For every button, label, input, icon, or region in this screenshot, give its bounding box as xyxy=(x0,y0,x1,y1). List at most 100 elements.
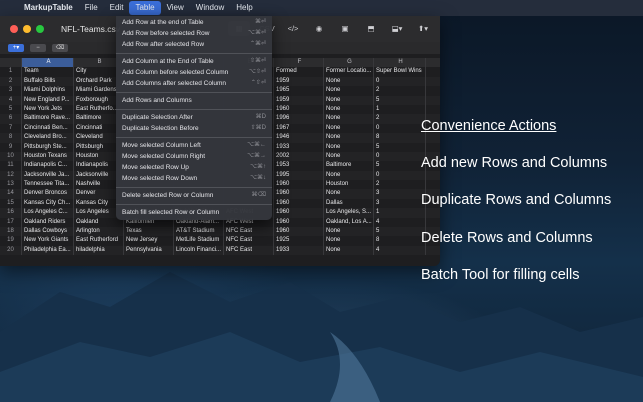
table-cell[interactable]: 1960 xyxy=(274,198,324,209)
table-cell[interactable]: 2 xyxy=(374,180,426,190)
table-cell[interactable]: Lincoln Financi... xyxy=(174,245,224,256)
upload-icon[interactable]: ⬆▾ xyxy=(414,21,432,36)
table-cell[interactable]: None xyxy=(324,76,374,87)
table-cell[interactable]: 1960 xyxy=(274,227,324,237)
row-number[interactable]: 12 xyxy=(0,170,22,181)
row-number[interactable]: 3 xyxy=(0,86,22,96)
menu-item[interactable]: Add Row before selected Row ⌥⌘⏎ xyxy=(116,28,272,39)
menu-table[interactable]: Table xyxy=(129,1,161,15)
menu-help[interactable]: Help xyxy=(230,0,258,16)
table-cell[interactable]: NFC East xyxy=(224,236,274,246)
row-number[interactable]: 13 xyxy=(0,180,22,190)
zoom-button[interactable] xyxy=(36,25,44,33)
table-cell[interactable]: None xyxy=(324,170,374,181)
table-cell[interactable]: hiladelphia xyxy=(74,245,124,256)
row-number[interactable]: 1 xyxy=(0,67,22,77)
minimize-button[interactable] xyxy=(23,25,31,33)
menu-item[interactable]: Add Column before selected Column ⌥⇧⏎ xyxy=(116,67,272,78)
table-cell[interactable]: 1953 xyxy=(274,161,324,171)
table-cell[interactable]: Indianapolis C... xyxy=(22,161,74,171)
table-cell[interactable]: None xyxy=(324,151,374,162)
table-cell[interactable]: 0 xyxy=(374,123,426,134)
menu-view[interactable]: View xyxy=(161,0,190,16)
row-number[interactable]: 10 xyxy=(0,151,22,162)
close-button[interactable] xyxy=(10,25,18,33)
table-cell[interactable]: Dallas Cowboys xyxy=(22,227,74,237)
row-number[interactable]: 16 xyxy=(0,208,22,218)
menu-item[interactable]: Move selected Column Left ⌥⌘← xyxy=(116,140,272,151)
menu-item[interactable]: Add Column at the End of Table ⇧⌘⏎ xyxy=(116,56,272,67)
table-cell[interactable]: None xyxy=(324,142,374,152)
table-cell[interactable]: None xyxy=(324,189,374,199)
table-cell[interactable]: 8 xyxy=(374,236,426,246)
menu-item[interactable]: Add Row after selected Row ⌃⌘⏎ xyxy=(116,39,272,50)
table-cell[interactable]: 1 xyxy=(374,104,426,115)
table-cell[interactable]: East Rutherford xyxy=(74,236,124,246)
table-cell[interactable]: None xyxy=(324,95,374,105)
menu-item[interactable]: Batch fill selected Row or Column xyxy=(116,207,272,218)
menu-item[interactable]: Move selected Column Right ⌥⌘→ xyxy=(116,151,272,162)
table-cell[interactable]: New England P... xyxy=(22,95,74,105)
table-cell[interactable]: None xyxy=(324,114,374,124)
table-cell[interactable]: 5 xyxy=(374,227,426,237)
table-cell[interactable]: NFC East xyxy=(224,245,274,256)
table-cell[interactable]: Denver Broncos xyxy=(22,189,74,199)
table-cell[interactable]: 4 xyxy=(374,217,426,228)
table-cell[interactable]: None xyxy=(324,133,374,143)
table-cell[interactable]: Baltimore Rave... xyxy=(22,114,74,124)
table-cell[interactable]: Pennsylvania xyxy=(124,245,174,256)
table-cell[interactable]: Formed xyxy=(274,67,324,77)
table-cell[interactable]: 0 xyxy=(374,151,426,162)
column-header-f[interactable]: F xyxy=(274,58,324,68)
share-icon[interactable]: ⬓▾ xyxy=(388,21,406,36)
column-header-h[interactable]: H xyxy=(374,58,426,68)
row-number[interactable]: 19 xyxy=(0,236,22,246)
column-header-a[interactable]: A xyxy=(22,58,74,68)
table-cell[interactable]: 8 xyxy=(374,133,426,143)
row-number[interactable]: 14 xyxy=(0,189,22,199)
table-cell[interactable]: MetLife Stadium xyxy=(174,236,224,246)
table-cell[interactable]: 0 xyxy=(374,76,426,87)
table-cell[interactable]: 1960 xyxy=(274,104,324,115)
row-number[interactable]: 6 xyxy=(0,114,22,124)
table-cell[interactable]: 1960 xyxy=(274,189,324,199)
menu-item[interactable]: Duplicate Selection Before ⇧⌘D xyxy=(116,123,272,134)
row-number[interactable]: 11 xyxy=(0,161,22,171)
table-cell[interactable]: 2002 xyxy=(274,151,324,162)
table-cell[interactable]: Los Angeles C... xyxy=(22,208,74,218)
menu-window[interactable]: Window xyxy=(190,0,230,16)
table-cell[interactable]: Cleveland Bro... xyxy=(22,133,74,143)
table-cell[interactable]: New York Giants xyxy=(22,236,74,246)
code-view-button[interactable]: </> xyxy=(284,21,302,36)
table-cell[interactable]: 2 xyxy=(374,86,426,96)
table-cell[interactable]: New Jersey xyxy=(124,236,174,246)
table-cell[interactable]: Cincinnati Ben... xyxy=(22,123,74,134)
table-cell[interactable]: 1 xyxy=(374,208,426,218)
table-cell[interactable]: 1960 xyxy=(274,180,324,190)
table-cell[interactable]: Former Locatio... xyxy=(324,67,374,77)
menu-app-name[interactable]: MarkupTable xyxy=(18,0,79,16)
menu-item[interactable]: Add Row at the end of Table ⌘⏎ xyxy=(116,17,272,28)
table-cell[interactable]: Team xyxy=(22,67,74,77)
table-cell[interactable]: 1965 xyxy=(274,86,324,96)
table-cell[interactable]: Houston xyxy=(324,180,374,190)
table-cell[interactable]: None xyxy=(324,86,374,96)
row-number[interactable]: 17 xyxy=(0,217,22,228)
table-cell[interactable]: 1960 xyxy=(274,208,324,218)
row-number[interactable]: 5 xyxy=(0,104,22,115)
row-number[interactable]: 20 xyxy=(0,245,22,256)
table-cell[interactable]: 3 xyxy=(374,198,426,209)
table-cell[interactable]: Houston Texans xyxy=(22,151,74,162)
table-cell[interactable]: Oakland, Los A... xyxy=(324,217,374,228)
add-icon[interactable]: +▾ xyxy=(8,44,24,52)
column-header-g[interactable]: G xyxy=(324,58,374,68)
table-cell[interactable]: Baltimore xyxy=(324,161,374,171)
table-cell[interactable]: Oakland xyxy=(74,217,124,228)
table-cell[interactable]: 1946 xyxy=(274,133,324,143)
row-number[interactable]: 2 xyxy=(0,76,22,87)
remove-icon[interactable]: − xyxy=(30,44,46,52)
table-cell[interactable]: Dallas xyxy=(324,198,374,209)
table-cell[interactable]: Oakland Riders xyxy=(22,217,74,228)
table-cell[interactable]: NFC East xyxy=(224,227,274,237)
menu-file[interactable]: File xyxy=(79,0,104,16)
